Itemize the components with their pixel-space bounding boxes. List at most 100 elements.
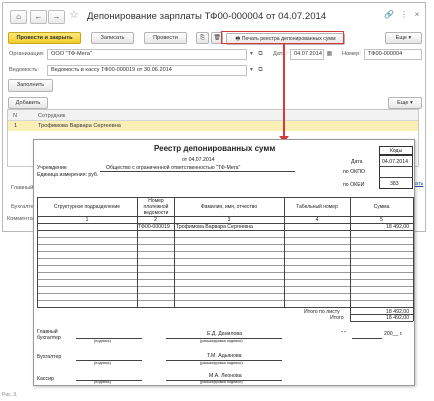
- col-num-5: 5: [380, 217, 383, 223]
- total-bottom-line: [350, 321, 413, 322]
- chief-name-caption: (расшифровка подписи): [200, 339, 243, 343]
- col-n-header: N: [13, 113, 18, 119]
- cashier-name-caption: (расшифровка подписи): [200, 380, 243, 384]
- report-title: Реестр депонированных сумм: [154, 144, 276, 153]
- col-line-0: [37, 197, 38, 307]
- col-num-2: 2: [154, 217, 157, 223]
- empty-row-1: [37, 237, 413, 238]
- more-table-label: Еще: [397, 100, 409, 106]
- col-line-5: [413, 197, 414, 321]
- add-button[interactable]: Добавить: [8, 97, 48, 109]
- accountant-name-caption: (расшифровка подписи): [200, 361, 243, 365]
- save-button[interactable]: Записать: [91, 32, 134, 44]
- link-icon[interactable]: 🔗: [383, 9, 395, 21]
- col-header-tab-number: Табельный номер: [296, 204, 338, 210]
- empty-row-7: [37, 279, 413, 280]
- col-num-3: 3: [227, 217, 231, 223]
- more-button-table[interactable]: Еще ▾: [388, 97, 422, 109]
- institution-label: Учреждение: [37, 165, 67, 171]
- back-button[interactable]: ←: [30, 10, 47, 24]
- window-title: Депонирование зарплаты ТФ00-000004 от 04…: [87, 11, 327, 22]
- chief-label: Главный бухгалтер: [37, 329, 61, 341]
- institution-underline: [100, 171, 295, 172]
- chief-name: Е.Д. Данилова: [207, 331, 243, 337]
- org-open-icon[interactable]: ⧉: [256, 49, 265, 60]
- col-header-amount: Сумма: [373, 204, 390, 210]
- org-dropdown-icon[interactable]: ▾: [247, 49, 256, 60]
- table-row[interactable]: 1 Трофимова Варвара Сергеевна: [8, 121, 418, 131]
- forward-button[interactable]: →: [48, 10, 65, 24]
- col-num-1: 1: [85, 217, 89, 223]
- partial-link[interactable]: ать: [415, 181, 423, 187]
- deposited-sums-register: Реестр депонированных сумм от 04.07.2014…: [33, 139, 415, 386]
- empty-row-6: [37, 272, 413, 273]
- report-date-line: от 04.07.2014: [182, 157, 215, 163]
- statement-dropdown-icon[interactable]: ▾: [247, 65, 256, 76]
- favorite-star-icon[interactable]: ☆: [69, 8, 79, 21]
- unit-label: Единица измерения: руб.: [37, 172, 99, 178]
- table-top: [37, 197, 413, 198]
- codes-div-1: [379, 166, 413, 167]
- statement-label: Ведомость:: [9, 67, 39, 73]
- okei-label: по ОКЕИ: [343, 182, 365, 188]
- row-name: Трофимова Варвара Сергеевна: [176, 224, 253, 230]
- codes-header: Коды: [379, 146, 413, 155]
- empty-row-3: [37, 251, 413, 252]
- table-row-bottom: [37, 230, 413, 231]
- title-bar: ⌂ ← → ☆ Депонирование зарплаты ТФ00-0000…: [3, 3, 425, 29]
- empty-row-4: [37, 258, 413, 259]
- attach-icon[interactable]: ⎘: [196, 32, 209, 44]
- accountant-sign-caption: (подпись): [94, 361, 111, 365]
- codes-date-value: 04.07.2014: [382, 159, 408, 165]
- close-icon[interactable]: ×: [411, 9, 423, 21]
- org-field[interactable]: ООО "ТФ-Мега": [47, 49, 247, 60]
- row-amount: 18 492,00: [386, 224, 410, 230]
- fill-button[interactable]: Заполнить: [8, 79, 53, 92]
- accountant-label: Бухгалтер: [37, 354, 62, 360]
- codes-date-label: Дата: [351, 159, 363, 165]
- statement-field[interactable]: Ведомость в кассу ТФ00-000019 от 30.06.2…: [47, 65, 247, 76]
- more-label: Еще: [395, 35, 407, 41]
- home-icon[interactable]: ⌂: [10, 10, 27, 24]
- calendar-icon[interactable]: ▦: [325, 49, 334, 60]
- number-field[interactable]: ТФ00-000004: [364, 49, 422, 60]
- empty-row-9: [37, 293, 413, 294]
- figure-caption: Рис. 3.: [2, 392, 18, 398]
- post-and-close-button[interactable]: Провести и закрыть: [8, 32, 81, 44]
- accountant-name: Т.М. Адьянова: [207, 353, 242, 359]
- date-label: Дата:: [273, 51, 287, 57]
- accountant-label-partial: Бухгалтер: [11, 204, 35, 210]
- empty-row-5: [37, 265, 413, 266]
- total-left-line: [350, 307, 351, 321]
- cashier-label: Кассир: [37, 376, 54, 382]
- col-employee-header: Сотрудник: [38, 113, 66, 119]
- comment-label-partial: Комментари: [7, 216, 35, 222]
- col-header-division: Структурное подразделение: [53, 204, 121, 210]
- date-blank-line: [352, 338, 382, 339]
- col-header-statement: Номер платежной ведомости: [143, 198, 169, 216]
- col-header-name: Фамилия, имя, отчество: [200, 204, 258, 210]
- date-blank: " ": [341, 331, 347, 337]
- table-header: N Сотрудник: [8, 110, 418, 121]
- year-blank: 200__ г.: [384, 331, 403, 337]
- print-highlight-box: [221, 31, 344, 44]
- table-bottom: [37, 307, 413, 308]
- cashier-sign-caption: (подпись): [94, 380, 111, 384]
- empty-row-8: [37, 286, 413, 287]
- more-button[interactable]: Еще ▾: [385, 32, 422, 44]
- total-label: Итого: [330, 315, 344, 321]
- row-statement: ТФ00-000019: [138, 224, 170, 230]
- col-line-2: [174, 197, 175, 307]
- empty-row-2: [37, 244, 413, 245]
- cashier-name: М.А. Леонова: [209, 373, 242, 379]
- menu-icon[interactable]: ⋮: [398, 9, 410, 21]
- post-button[interactable]: Провести: [144, 32, 187, 44]
- number-label: Номер:: [342, 51, 361, 57]
- statement-open-icon[interactable]: ⧉: [256, 65, 265, 76]
- col-line-3: [284, 197, 285, 307]
- codes-div-2: [379, 177, 413, 178]
- empty-row-10: [37, 300, 413, 301]
- date-field[interactable]: 04.07.2014: [290, 49, 324, 60]
- row-n: 1: [14, 123, 18, 129]
- org-label: Организация:: [9, 51, 45, 57]
